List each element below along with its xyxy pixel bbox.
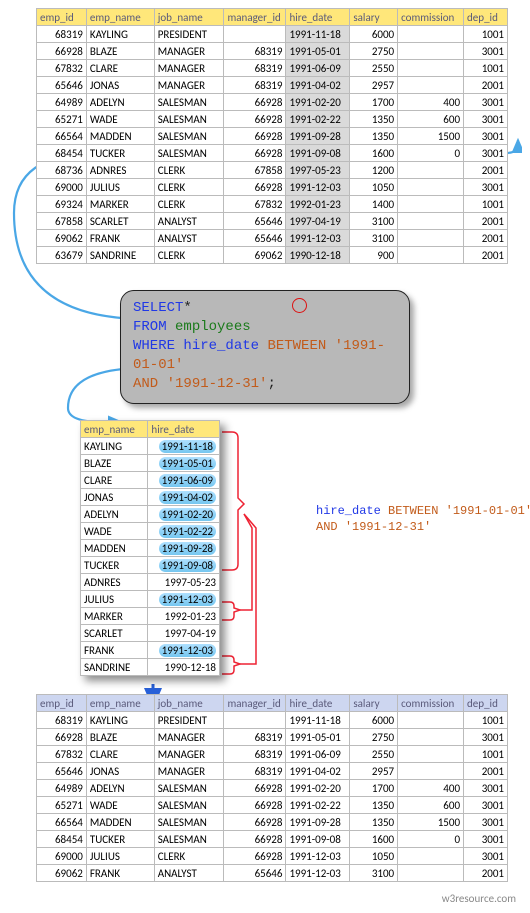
table-row: TUCKER1991-09-08 [81, 557, 220, 574]
table-header: emp_idemp_namejob_namemanager_idhire_dat… [37, 9, 508, 26]
kw-from: FROM [133, 319, 167, 335]
table-row: 65271WADESALESMAN669281991-02-2213506003… [37, 797, 508, 814]
table-row: KAYLING1991-11-18 [81, 438, 220, 455]
highlighted-date: 1991-02-20 [159, 508, 216, 521]
table-row: 67832CLAREMANAGER683191991-06-0925501001 [37, 746, 508, 763]
col-emp_name: emp_name [86, 695, 154, 712]
table-row: 68736ADNRESCLERK678581997-05-2312002001 [37, 162, 508, 179]
ann-and: AND [316, 520, 338, 534]
col-commission: commission [398, 9, 464, 26]
table-row: MARKER1992-01-23 [81, 608, 220, 625]
highlighted-date: 1991-12-03 [159, 644, 216, 657]
kw-select: SELECT [133, 300, 183, 316]
ann-v1: '1991-01-01' [446, 504, 530, 518]
table-row: 63679SANDRINECLERK690621990-12-189002001 [37, 247, 508, 264]
table-row: SANDRINE1990-12-18 [81, 659, 220, 676]
col-hire_date: hire_date [148, 421, 220, 438]
kw-semi: ; [267, 376, 275, 392]
kw-col: hire_date [183, 338, 259, 354]
col-emp_name: emp_name [81, 421, 148, 438]
kw-where: WHERE [133, 338, 175, 354]
table-row: 64989ADELYNSALESMAN669281991-02-20170040… [37, 780, 508, 797]
table-row: 69062FRANKANALYST656461991-12-0331002001 [37, 230, 508, 247]
table-row: 66928BLAZEMANAGER683191991-05-0127503001 [37, 729, 508, 746]
ann-v2: '1991-12-31' [345, 520, 431, 534]
table-row: 68454TUCKERSALESMAN669281991-09-08160003… [37, 831, 508, 848]
highlighted-date: 1991-09-28 [159, 542, 216, 555]
table-row: 69000JULIUSCLERK669281991-12-0310503001 [37, 848, 508, 865]
table-row: WADE1991-02-22 [81, 523, 220, 540]
result-table: emp_idemp_namejob_namemanager_idhire_dat… [36, 694, 508, 882]
table-row: 68319KAYLINGPRESIDENT1991-11-1860001001 [37, 712, 508, 729]
table-row: 66928BLAZEMANAGER683191991-05-0127503001 [37, 43, 508, 60]
col-hire_date: hire_date [286, 9, 350, 26]
projection-table-wrap: emp_namehire_date KAYLING1991-11-18BLAZE… [80, 420, 220, 676]
col-dep_id: dep_id [464, 695, 508, 712]
highlighted-date: 1991-02-22 [159, 525, 216, 538]
table-row: 67832CLAREMANAGER683191991-06-0925501001 [37, 60, 508, 77]
col-salary: salary [350, 9, 398, 26]
table-row: 65271WADESALESMAN669281991-02-2213506003… [37, 111, 508, 128]
col-manager_id: manager_id [224, 695, 286, 712]
highlighted-date: 1991-04-02 [159, 491, 216, 504]
ann-between: BETWEEN [388, 504, 438, 518]
col-hire_date: hire_date [286, 695, 350, 712]
ann-col: hire_date [316, 504, 381, 518]
table-row: ADELYN1991-02-20 [81, 506, 220, 523]
sql-query-box: SELECT* FROM employees WHERE hire_date B… [120, 290, 410, 404]
table-header: emp_idemp_namejob_namemanager_idhire_dat… [37, 695, 508, 712]
footer-attribution: w3resource.com [8, 892, 516, 905]
col-job_name: job_name [154, 695, 224, 712]
col-commission: commission [398, 695, 464, 712]
highlighted-date: 1991-12-03 [159, 593, 216, 606]
table-row: JONAS1991-04-02 [81, 489, 220, 506]
table-row: 65646JONASMANAGER683191991-04-0229572001 [37, 763, 508, 780]
table-row: MADDEN1991-09-28 [81, 540, 220, 557]
highlighted-date: 1991-11-18 [159, 440, 216, 453]
table-row: 68454TUCKERSALESMAN669281991-09-08160003… [37, 145, 508, 162]
table-header: emp_namehire_date [81, 421, 220, 438]
kw-v2: '1991-12-31' [167, 376, 268, 392]
table-row: 67858SCARLETANALYST656461997-04-19310020… [37, 213, 508, 230]
table-row: 66564MADDENSALESMAN669281991-09-28135015… [37, 814, 508, 831]
table-row: 69062FRANKANALYST656461991-12-0331002001 [37, 865, 508, 882]
col-manager_id: manager_id [224, 9, 286, 26]
table-row: 66564MADDENSALESMAN669281991-09-28135015… [37, 128, 508, 145]
col-dep_id: dep_id [464, 9, 508, 26]
col-emp_name: emp_name [86, 9, 154, 26]
col-emp_id: emp_id [37, 695, 87, 712]
col-emp_id: emp_id [37, 9, 87, 26]
kw-and: AND [133, 376, 158, 392]
table-row: 68319KAYLINGPRESIDENT1991-11-1860001001 [37, 26, 508, 43]
source-table: emp_idemp_namejob_namemanager_idhire_dat… [36, 8, 508, 264]
table-row: BLAZE1991-05-01 [81, 455, 220, 472]
highlighted-date: 1991-06-09 [159, 474, 216, 487]
table-row: 69324MARKERCLERK678321992-01-2314001001 [37, 196, 508, 213]
kw-between: BETWEEN [267, 338, 326, 354]
filter-annotation: hire_date BETWEEN '1991-01-01' AND '1991… [316, 504, 530, 535]
table-row: ADNRES1997-05-23 [81, 574, 220, 591]
table-row: 69000JULIUSCLERK669281991-12-0310503001 [37, 179, 508, 196]
highlighted-date: 1991-09-08 [159, 559, 216, 572]
table-row: 64989ADELYNSALESMAN669281991-02-20170040… [37, 94, 508, 111]
table-row: JULIUS1991-12-03 [81, 591, 220, 608]
kw-table: employees [175, 319, 251, 335]
table-row: SCARLET1997-04-19 [81, 625, 220, 642]
col-salary: salary [350, 695, 398, 712]
kw-star: * [183, 300, 191, 316]
table-row: 65646JONASMANAGER683191991-04-0229572001 [37, 77, 508, 94]
table-row: CLARE1991-06-09 [81, 472, 220, 489]
projection-table: emp_namehire_date KAYLING1991-11-18BLAZE… [80, 420, 220, 676]
col-job_name: job_name [154, 9, 224, 26]
highlighted-date: 1991-05-01 [159, 457, 216, 470]
table-row: FRANK1991-12-03 [81, 642, 220, 659]
diagram-container: emp_idemp_namejob_namemanager_idhire_dat… [8, 8, 522, 905]
